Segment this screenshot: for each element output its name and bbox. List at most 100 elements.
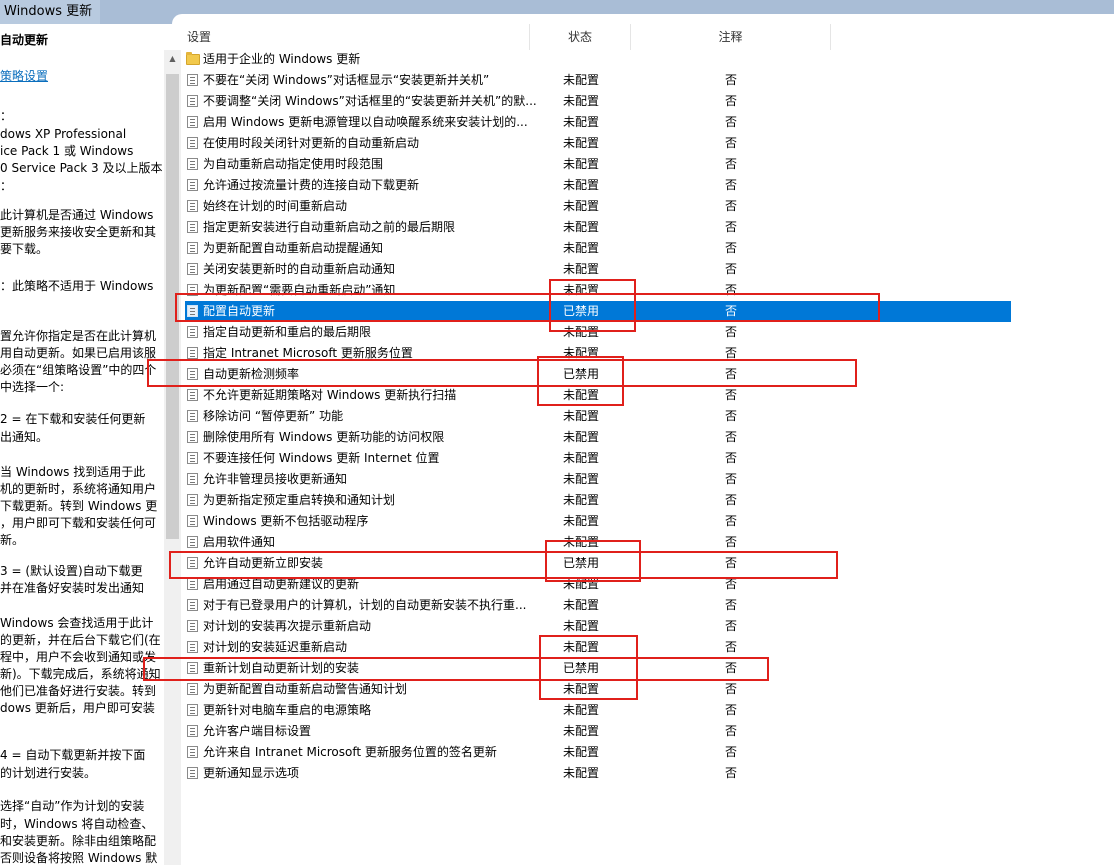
policy-row[interactable]: 启用通过自动更新建议的更新 未配置 否 — [185, 574, 1011, 595]
policy-row[interactable]: 始终在计划的时间重新启动 未配置 否 — [185, 196, 1011, 217]
policy-row[interactable]: 不允许更新延期策略对 Windows 更新执行扫描 未配置 否 — [185, 385, 1011, 406]
policy-row[interactable]: 指定自动更新和重启的最后期限 未配置 否 — [185, 322, 1011, 343]
description-line: 和安装更新。除非由组策略配 — [0, 834, 157, 848]
column-header-setting[interactable]: 设置 — [187, 24, 530, 50]
policy-row[interactable]: 启用 Windows 更新电源管理以自动唤醒系统来安装计划的... 未配置 否 — [185, 112, 1011, 133]
policy-row[interactable]: 允许客户端目标设置 未配置 否 — [185, 721, 1011, 742]
policy-row[interactable]: 更新针对电脑车重启的电源策略 未配置 否 — [185, 700, 1011, 721]
window-title: Windows 更新 — [0, 0, 101, 24]
policy-note: 否 — [725, 535, 738, 549]
policy-row[interactable]: 对计划的安装延迟重新启动 未配置 否 — [185, 637, 1011, 658]
policy-setting-icon — [187, 242, 198, 254]
policy-row[interactable]: 启用软件通知 未配置 否 — [185, 532, 1011, 553]
scroll-up-arrow-icon[interactable]: ▲ — [164, 50, 181, 67]
policy-row[interactable]: 在使用时段关闭针对更新的自动重新启动 未配置 否 — [185, 133, 1011, 154]
policy-state: 未配置 — [563, 136, 600, 150]
policy-state: 未配置 — [563, 283, 600, 297]
policy-name: 移除访问 “暂停更新” 功能 — [203, 409, 344, 423]
policy-note: 否 — [725, 367, 738, 381]
description-line: 他们已准备好进行安装。转到 — [0, 684, 157, 698]
description-line: 新)。下载完成后，系统将通知 — [0, 667, 161, 681]
policy-setting-icon — [187, 347, 198, 359]
policy-row[interactable]: 指定 Intranet Microsoft 更新服务位置 未配置 否 — [185, 343, 1011, 364]
scrollbar-thumb[interactable] — [166, 74, 179, 539]
description-line: ： — [0, 179, 13, 193]
policy-name: 启用 Windows 更新电源管理以自动唤醒系统来安装计划的... — [203, 115, 528, 129]
policy-setting-icon — [187, 95, 198, 107]
column-header-state[interactable]: 状态 — [530, 24, 631, 50]
policy-row[interactable]: 为更新配置自动重新启动警告通知计划 未配置 否 — [185, 679, 1011, 700]
description-line: 更新服务来接收安全更新和其 — [0, 225, 157, 239]
policy-row[interactable]: 为自动重新启动指定使用时段范围 未配置 否 — [185, 154, 1011, 175]
policy-setting-icon — [187, 557, 198, 569]
description-line: ： — [0, 109, 13, 123]
policy-row[interactable]: 为更新配置自动重新启动提醒通知 未配置 否 — [185, 238, 1011, 259]
policy-setting-icon — [187, 620, 198, 632]
policy-name: 在使用时段关闭针对更新的自动重新启动 — [203, 136, 420, 150]
policy-note: 否 — [725, 766, 738, 780]
policy-row[interactable]: 配置自动更新 已禁用 否 — [185, 301, 1011, 322]
policy-row[interactable]: 自动更新检测频率 已禁用 否 — [185, 364, 1011, 385]
policy-state: 已禁用 — [563, 661, 600, 675]
policy-row[interactable]: 不要连接任何 Windows 更新 Internet 位置 未配置 否 — [185, 448, 1011, 469]
policy-setting-icon — [187, 431, 198, 443]
policy-name: 更新针对电脑车重启的电源策略 — [203, 703, 372, 717]
policy-row[interactable]: 允许非管理员接收更新通知 未配置 否 — [185, 469, 1011, 490]
column-header-note[interactable]: 注释 — [631, 24, 831, 50]
policy-name: 指定 Intranet Microsoft 更新服务位置 — [203, 346, 413, 360]
folder-row[interactable]: 适用于企业的 Windows 更新 — [185, 49, 1011, 70]
policy-row[interactable]: 允许通过按流量计费的连接自动下载更新 未配置 否 — [185, 175, 1011, 196]
policy-setting-icon — [187, 74, 198, 86]
policy-row[interactable]: 重新计划自动更新计划的安装 已禁用 否 — [185, 658, 1011, 679]
policy-state: 已禁用 — [563, 556, 600, 570]
description-line: 必须在“组策略设置”中的四个 — [0, 363, 157, 377]
policy-note: 否 — [725, 262, 738, 276]
policy-row[interactable]: 关闭安装更新时的自动重新启动通知 未配置 否 — [185, 259, 1011, 280]
description-line: 3 = (默认设置)自动下载更 — [0, 564, 143, 578]
description-line: ice Pack 1 或 Windows — [0, 144, 134, 158]
policy-setting-icon — [187, 389, 198, 401]
policy-row[interactable]: 对于有已登录用户的计算机，计划的自动更新安装不执行重... 未配置 否 — [185, 595, 1011, 616]
policy-note: 否 — [725, 304, 738, 318]
policy-state: 未配置 — [563, 409, 600, 423]
policy-row[interactable]: Windows 更新不包括驱动程序 未配置 否 — [185, 511, 1011, 532]
policy-note: 否 — [725, 640, 738, 654]
policy-row[interactable]: 不要调整“关闭 Windows”对话框里的“安装更新并关机”的默... 未配置 否 — [185, 91, 1011, 112]
policy-state: 未配置 — [563, 766, 600, 780]
policy-state: 未配置 — [563, 724, 600, 738]
policy-row[interactable]: 对计划的安装再次提示重新启动 未配置 否 — [185, 616, 1011, 637]
policy-setting-icon — [187, 767, 198, 779]
policy-row[interactable]: 允许自动更新立即安装 已禁用 否 — [185, 553, 1011, 574]
policy-settings-link[interactable]: 策略设置 — [0, 68, 48, 85]
policy-note: 否 — [725, 451, 738, 465]
description-line: 程中，用户不会收到通知或发 — [0, 650, 157, 664]
policy-state: 未配置 — [563, 199, 600, 213]
policy-row[interactable]: 移除访问 “暂停更新” 功能 未配置 否 — [185, 406, 1011, 427]
policy-row[interactable]: 为更新配置“需要自动重新启动”通知 未配置 否 — [185, 280, 1011, 301]
policy-setting-icon — [187, 200, 198, 212]
policy-setting-icon — [187, 641, 198, 653]
policy-setting-icon — [187, 137, 198, 149]
description-line: 时，Windows 将自动检查、 — [0, 817, 154, 831]
policy-note: 否 — [725, 388, 738, 402]
policy-state: 未配置 — [563, 640, 600, 654]
policy-state: 未配置 — [563, 346, 600, 360]
policy-note: 否 — [725, 346, 738, 360]
policy-note: 否 — [725, 619, 738, 633]
policy-setting-icon — [187, 116, 198, 128]
description-scrollbar[interactable]: ▲ — [164, 50, 181, 865]
policy-row[interactable]: 允许来自 Intranet Microsoft 更新服务位置的签名更新 未配置 否 — [185, 742, 1011, 763]
policy-row[interactable]: 指定更新安装进行自动重新启动之前的最后期限 未配置 否 — [185, 217, 1011, 238]
policy-name: 关闭安装更新时的自动重新启动通知 — [203, 262, 396, 276]
policy-row[interactable]: 为更新指定预定重启转换和通知计划 未配置 否 — [185, 490, 1011, 511]
policy-row[interactable]: 删除使用所有 Windows 更新功能的访问权限 未配置 否 — [185, 427, 1011, 448]
description-line: 的计划进行安装。 — [0, 766, 97, 780]
policy-state: 未配置 — [563, 388, 600, 402]
policy-row[interactable]: 不要在“关闭 Windows”对话框显示“安装更新并关机” 未配置 否 — [185, 70, 1011, 91]
policy-note: 否 — [725, 220, 738, 234]
description-line: 要下载。 — [0, 242, 49, 256]
policy-setting-icon — [187, 179, 198, 191]
policy-setting-icon — [187, 494, 198, 506]
policy-note: 否 — [725, 745, 738, 759]
policy-row[interactable]: 更新通知显示选项 未配置 否 — [185, 763, 1011, 784]
